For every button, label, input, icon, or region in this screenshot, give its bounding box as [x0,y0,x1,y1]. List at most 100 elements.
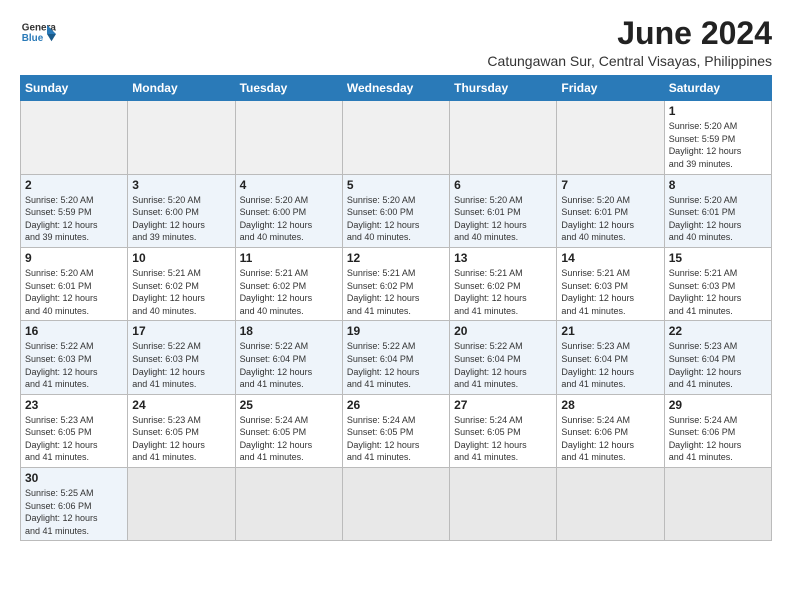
day-info: Sunrise: 5:21 AM Sunset: 6:02 PM Dayligh… [132,267,230,317]
header: General Blue June 2024 Catungawan Sur, C… [20,16,772,69]
day-number: 8 [669,178,767,192]
day-number: 22 [669,324,767,338]
day-info: Sunrise: 5:20 AM Sunset: 6:01 PM Dayligh… [561,194,659,244]
day-info: Sunrise: 5:20 AM Sunset: 6:01 PM Dayligh… [669,194,767,244]
day-number: 27 [454,398,552,412]
day-number: 3 [132,178,230,192]
calendar-day: 26 Sunrise: 5:24 AM Sunset: 6:05 PM Dayli… [342,394,449,467]
calendar-day [557,468,664,541]
calendar-day [235,101,342,174]
day-info: Sunrise: 5:23 AM Sunset: 6:04 PM Dayligh… [561,340,659,390]
day-number: 21 [561,324,659,338]
calendar-day: 17 Sunrise: 5:22 AM Sunset: 6:03 PM Dayli… [128,321,235,394]
day-info: Sunrise: 5:24 AM Sunset: 6:06 PM Dayligh… [669,414,767,464]
day-info: Sunrise: 5:21 AM Sunset: 6:03 PM Dayligh… [561,267,659,317]
day-number: 9 [25,251,123,265]
day-info: Sunrise: 5:23 AM Sunset: 6:05 PM Dayligh… [132,414,230,464]
day-number: 24 [132,398,230,412]
calendar-day [21,101,128,174]
day-number: 5 [347,178,445,192]
day-number: 16 [25,324,123,338]
day-info: Sunrise: 5:24 AM Sunset: 6:05 PM Dayligh… [347,414,445,464]
day-number: 14 [561,251,659,265]
calendar-day: 16 Sunrise: 5:22 AM Sunset: 6:03 PM Dayli… [21,321,128,394]
day-info: Sunrise: 5:20 AM Sunset: 6:00 PM Dayligh… [240,194,338,244]
day-info: Sunrise: 5:24 AM Sunset: 6:06 PM Dayligh… [561,414,659,464]
day-info: Sunrise: 5:20 AM Sunset: 6:01 PM Dayligh… [454,194,552,244]
day-number: 18 [240,324,338,338]
calendar-day: 29 Sunrise: 5:24 AM Sunset: 6:06 PM Dayli… [664,394,771,467]
calendar-day: 27 Sunrise: 5:24 AM Sunset: 6:05 PM Dayli… [450,394,557,467]
day-number: 17 [132,324,230,338]
calendar-day [557,101,664,174]
calendar-day: 10 Sunrise: 5:21 AM Sunset: 6:02 PM Dayli… [128,247,235,320]
day-info: Sunrise: 5:20 AM Sunset: 6:01 PM Dayligh… [25,267,123,317]
day-info: Sunrise: 5:20 AM Sunset: 5:59 PM Dayligh… [669,120,767,170]
header-friday: Friday [557,76,664,101]
calendar-day: 25Sunrise: 5:24 AM Sunset: 6:05 PM Dayli… [235,394,342,467]
day-number: 19 [347,324,445,338]
calendar-day: 1 Sunrise: 5:20 AM Sunset: 5:59 PM Daylig… [664,101,771,174]
calendar-week-row: 23 Sunrise: 5:23 AM Sunset: 6:05 PM Dayli… [21,394,772,467]
day-info: Sunrise: 5:21 AM Sunset: 6:03 PM Dayligh… [669,267,767,317]
day-info: Sunrise: 5:21 AM Sunset: 6:02 PM Dayligh… [347,267,445,317]
day-info: Sunrise: 5:20 AM Sunset: 5:59 PM Dayligh… [25,194,123,244]
calendar-day: 13Sunrise: 5:21 AM Sunset: 6:02 PM Dayli… [450,247,557,320]
calendar-day [128,101,235,174]
day-number: 10 [132,251,230,265]
header-monday: Monday [128,76,235,101]
day-number: 23 [25,398,123,412]
calendar-day: 19 Sunrise: 5:22 AM Sunset: 6:04 PM Dayli… [342,321,449,394]
day-number: 11 [240,251,338,265]
calendar-day: 28 Sunrise: 5:24 AM Sunset: 6:06 PM Dayli… [557,394,664,467]
day-number: 30 [25,471,123,485]
calendar-day: 21 Sunrise: 5:23 AM Sunset: 6:04 PM Dayli… [557,321,664,394]
calendar-day: 30Sunrise: 5:25 AM Sunset: 6:06 PM Dayli… [21,468,128,541]
calendar-day: 15 Sunrise: 5:21 AM Sunset: 6:03 PM Dayli… [664,247,771,320]
svg-text:Blue: Blue [22,33,44,44]
calendar-day: 5Sunrise: 5:20 AM Sunset: 6:00 PM Daylig… [342,174,449,247]
calendar-subtitle: Catungawan Sur, Central Visayas, Philipp… [487,53,772,69]
day-number: 28 [561,398,659,412]
calendar-day [235,468,342,541]
calendar-day: 2Sunrise: 5:20 AM Sunset: 5:59 PM Daylig… [21,174,128,247]
calendar-day [664,468,771,541]
calendar-day: 3 Sunrise: 5:20 AM Sunset: 6:00 PM Daylig… [128,174,235,247]
calendar-week-row: 1 Sunrise: 5:20 AM Sunset: 5:59 PM Daylig… [21,101,772,174]
calendar-day: 18 Sunrise: 5:22 AM Sunset: 6:04 PM Dayli… [235,321,342,394]
day-number: 26 [347,398,445,412]
day-number: 25 [240,398,338,412]
day-info: Sunrise: 5:22 AM Sunset: 6:04 PM Dayligh… [240,340,338,390]
day-info: Sunrise: 5:22 AM Sunset: 6:03 PM Dayligh… [25,340,123,390]
calendar-day [450,468,557,541]
day-info: Sunrise: 5:22 AM Sunset: 6:03 PM Dayligh… [132,340,230,390]
calendar-day: 11 Sunrise: 5:21 AM Sunset: 6:02 PM Dayli… [235,247,342,320]
day-number: 20 [454,324,552,338]
calendar-day [450,101,557,174]
logo-icon: General Blue [20,16,56,52]
calendar-day: 22Sunrise: 5:23 AM Sunset: 6:04 PM Dayli… [664,321,771,394]
calendar-week-row: 2Sunrise: 5:20 AM Sunset: 5:59 PM Daylig… [21,174,772,247]
calendar-week-row: 9 Sunrise: 5:20 AM Sunset: 6:01 PM Daylig… [21,247,772,320]
logo: General Blue [20,16,56,52]
calendar-title: June 2024 [487,16,772,51]
day-number: 15 [669,251,767,265]
header-sunday: Sunday [21,76,128,101]
calendar-day: 9 Sunrise: 5:20 AM Sunset: 6:01 PM Daylig… [21,247,128,320]
day-info: Sunrise: 5:21 AM Sunset: 6:02 PM Dayligh… [240,267,338,317]
day-info: Sunrise: 5:22 AM Sunset: 6:04 PM Dayligh… [454,340,552,390]
calendar-day: 4Sunrise: 5:20 AM Sunset: 6:00 PM Daylig… [235,174,342,247]
calendar-day: 23Sunrise: 5:23 AM Sunset: 6:05 PM Dayli… [21,394,128,467]
calendar-day: 7 Sunrise: 5:20 AM Sunset: 6:01 PM Daylig… [557,174,664,247]
day-number: 1 [669,104,767,118]
day-number: 7 [561,178,659,192]
day-info: Sunrise: 5:22 AM Sunset: 6:04 PM Dayligh… [347,340,445,390]
day-info: Sunrise: 5:20 AM Sunset: 6:00 PM Dayligh… [132,194,230,244]
day-number: 29 [669,398,767,412]
header-thursday: Thursday [450,76,557,101]
calendar-day: 20 Sunrise: 5:22 AM Sunset: 6:04 PM Dayli… [450,321,557,394]
day-info: Sunrise: 5:24 AM Sunset: 6:05 PM Dayligh… [454,414,552,464]
calendar-table: SundayMondayTuesdayWednesdayThursdayFrid… [20,75,772,541]
calendar-day: 6Sunrise: 5:20 AM Sunset: 6:01 PM Daylig… [450,174,557,247]
calendar-day: 24 Sunrise: 5:23 AM Sunset: 6:05 PM Dayli… [128,394,235,467]
